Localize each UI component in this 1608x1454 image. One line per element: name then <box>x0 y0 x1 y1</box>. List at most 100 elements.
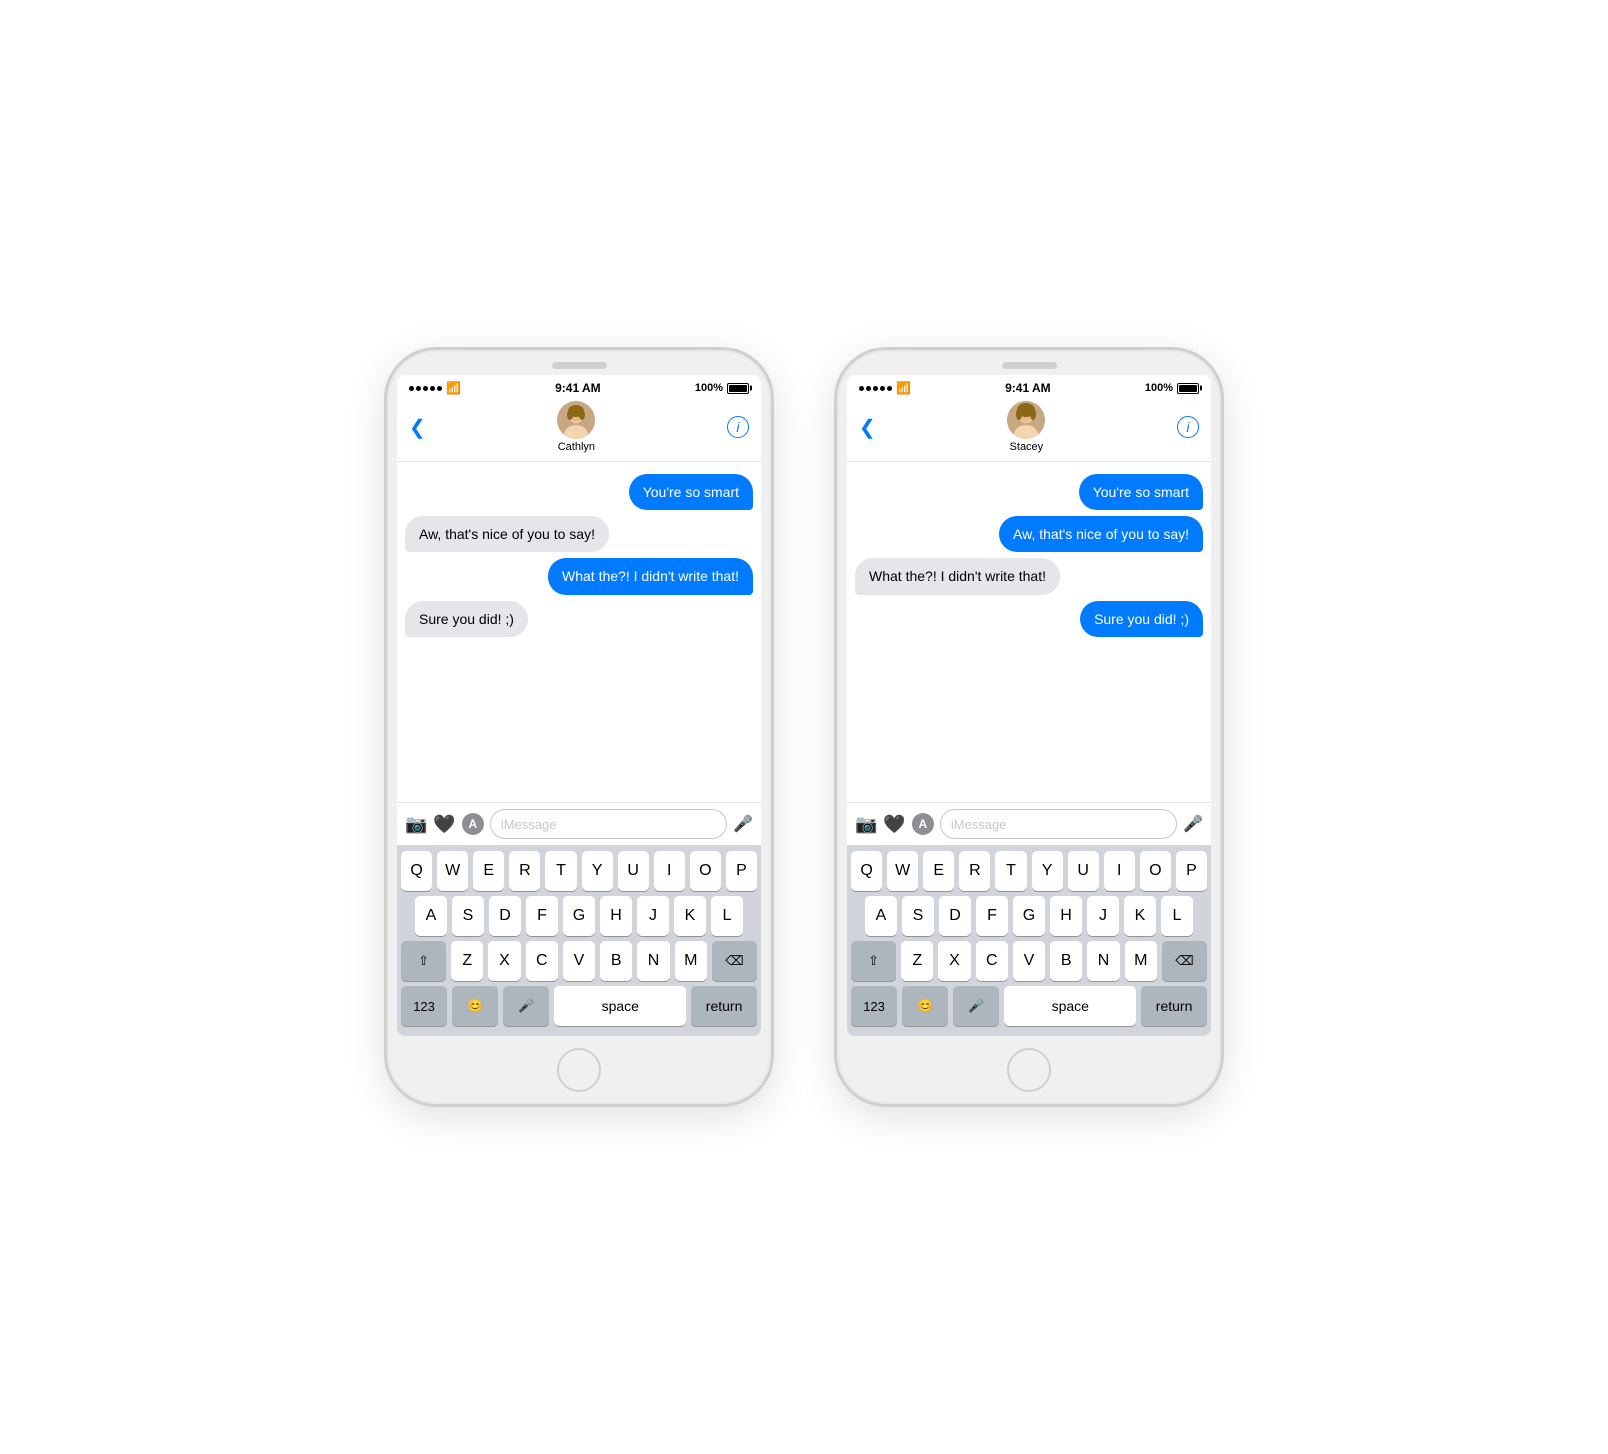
key-n-cathlyn[interactable]: N <box>637 941 669 981</box>
mic-icon-cathlyn[interactable]: 🎤 <box>733 814 753 834</box>
back-button-stacey[interactable]: ❮ <box>859 415 876 440</box>
key-k-stacey[interactable]: K <box>1124 896 1156 936</box>
key-z-stacey[interactable]: Z <box>901 941 933 981</box>
key-n-stacey[interactable]: N <box>1087 941 1119 981</box>
nav-bar-stacey: ❮ Stacey i <box>847 397 1211 462</box>
imessage-input-stacey[interactable]: iMessage <box>940 809 1177 839</box>
key-t-stacey[interactable]: T <box>995 851 1026 891</box>
key-r-cathlyn[interactable]: R <box>509 851 540 891</box>
key-f-cathlyn[interactable]: F <box>526 896 558 936</box>
key-return-stacey[interactable]: return <box>1141 986 1207 1026</box>
key-shift-stacey[interactable]: ⇧ <box>851 941 896 981</box>
key-space-stacey[interactable]: space <box>1004 986 1136 1026</box>
key-e-stacey[interactable]: E <box>923 851 954 891</box>
key-return-cathlyn[interactable]: return <box>691 986 757 1026</box>
key-e-cathlyn[interactable]: E <box>473 851 504 891</box>
key-d-stacey[interactable]: D <box>939 896 971 936</box>
key-r-stacey[interactable]: R <box>959 851 990 891</box>
key-x-cathlyn[interactable]: X <box>488 941 520 981</box>
key-emoji-cathlyn[interactable]: 😊 <box>452 986 498 1026</box>
key-u-cathlyn[interactable]: U <box>618 851 649 891</box>
appstore-icon-cathlyn[interactable]: A <box>462 813 484 835</box>
key-b-cathlyn[interactable]: B <box>600 941 632 981</box>
key-q-stacey[interactable]: Q <box>851 851 882 891</box>
key-q-cathlyn[interactable]: Q <box>401 851 432 891</box>
imessage-input-cathlyn[interactable]: iMessage <box>490 809 727 839</box>
key-o-cathlyn[interactable]: O <box>690 851 721 891</box>
key-m-cathlyn[interactable]: M <box>675 941 707 981</box>
key-t-cathlyn[interactable]: T <box>545 851 576 891</box>
avatar-cathlyn <box>557 401 595 439</box>
key-g-stacey[interactable]: G <box>1013 896 1045 936</box>
key-x-stacey[interactable]: X <box>938 941 970 981</box>
key-c-cathlyn[interactable]: C <box>526 941 558 981</box>
key-a-stacey[interactable]: A <box>865 896 897 936</box>
key-h-cathlyn[interactable]: H <box>600 896 632 936</box>
nav-center-stacey: Stacey <box>1007 401 1045 453</box>
home-button-stacey[interactable] <box>1007 1048 1051 1092</box>
camera-icon-cathlyn[interactable]: 📷 <box>405 814 427 835</box>
key-w-cathlyn[interactable]: W <box>437 851 468 891</box>
contact-name-cathlyn: Cathlyn <box>558 441 595 453</box>
status-time-cathlyn: 9:41 AM <box>555 381 601 395</box>
key-shift-cathlyn[interactable]: ⇧ <box>401 941 446 981</box>
avatar-svg-stacey <box>1007 401 1045 439</box>
appstore-icon-stacey[interactable]: A <box>912 813 934 835</box>
iphone-cathlyn: 📶 9:41 AM 100% ❮ <box>384 347 774 1107</box>
key-b-stacey[interactable]: B <box>1050 941 1082 981</box>
mic-icon-stacey[interactable]: 🎤 <box>1183 814 1203 834</box>
key-delete-stacey[interactable]: ⌫ <box>1162 941 1207 981</box>
key-d-cathlyn[interactable]: D <box>489 896 521 936</box>
key-j-stacey[interactable]: J <box>1087 896 1119 936</box>
info-button-cathlyn[interactable]: i <box>727 416 749 438</box>
key-mic-cathlyn[interactable]: 🎤 <box>503 986 549 1026</box>
battery-icon-stacey <box>1177 383 1199 394</box>
camera-icon-stacey[interactable]: 📷 <box>855 814 877 835</box>
signal-dot-3s <box>873 386 878 391</box>
home-button-cathlyn[interactable] <box>557 1048 601 1092</box>
key-m-stacey[interactable]: M <box>1125 941 1157 981</box>
screen-cathlyn: 📶 9:41 AM 100% ❮ <box>397 375 761 1036</box>
key-z-cathlyn[interactable]: Z <box>451 941 483 981</box>
back-button-cathlyn[interactable]: ❮ <box>409 415 426 440</box>
key-delete-cathlyn[interactable]: ⌫ <box>712 941 757 981</box>
key-f-stacey[interactable]: F <box>976 896 1008 936</box>
info-button-stacey[interactable]: i <box>1177 416 1199 438</box>
heart-icon-stacey[interactable]: 🖤 <box>883 814 905 835</box>
key-j-cathlyn[interactable]: J <box>637 896 669 936</box>
key-space-cathlyn[interactable]: space <box>554 986 686 1026</box>
key-p-stacey[interactable]: P <box>1176 851 1207 891</box>
key-s-stacey[interactable]: S <box>902 896 934 936</box>
keyboard-bottom-cathlyn: 123 😊 🎤 space return <box>401 986 757 1026</box>
key-g-cathlyn[interactable]: G <box>563 896 595 936</box>
key-s-cathlyn[interactable]: S <box>452 896 484 936</box>
status-bar-cathlyn: 📶 9:41 AM 100% <box>397 375 761 397</box>
contact-name-stacey: Stacey <box>1010 441 1044 453</box>
key-l-stacey[interactable]: L <box>1161 896 1193 936</box>
key-u-stacey[interactable]: U <box>1068 851 1099 891</box>
key-p-cathlyn[interactable]: P <box>726 851 757 891</box>
key-i-stacey[interactable]: I <box>1104 851 1135 891</box>
message-1-stacey: You're so smart <box>1079 474 1203 510</box>
key-a-cathlyn[interactable]: A <box>415 896 447 936</box>
message-2-stacey: Aw, that's nice of you to say! <box>999 516 1203 552</box>
key-v-cathlyn[interactable]: V <box>563 941 595 981</box>
key-emoji-stacey[interactable]: 😊 <box>902 986 948 1026</box>
key-123-stacey[interactable]: 123 <box>851 986 897 1026</box>
key-h-stacey[interactable]: H <box>1050 896 1082 936</box>
key-l-cathlyn[interactable]: L <box>711 896 743 936</box>
key-y-stacey[interactable]: Y <box>1032 851 1063 891</box>
key-123-cathlyn[interactable]: 123 <box>401 986 447 1026</box>
keyboard-cathlyn: Q W E R T Y U I O P A S D F G H <box>397 845 761 1036</box>
key-c-stacey[interactable]: C <box>976 941 1008 981</box>
signal-dot-2s <box>866 386 871 391</box>
key-mic-stacey[interactable]: 🎤 <box>953 986 999 1026</box>
messages-area-cathlyn: You're so smart Aw, that's nice of you t… <box>397 462 761 802</box>
key-o-stacey[interactable]: O <box>1140 851 1171 891</box>
key-v-stacey[interactable]: V <box>1013 941 1045 981</box>
key-y-cathlyn[interactable]: Y <box>582 851 613 891</box>
key-k-cathlyn[interactable]: K <box>674 896 706 936</box>
key-i-cathlyn[interactable]: I <box>654 851 685 891</box>
heart-icon-cathlyn[interactable]: 🖤 <box>433 814 455 835</box>
key-w-stacey[interactable]: W <box>887 851 918 891</box>
